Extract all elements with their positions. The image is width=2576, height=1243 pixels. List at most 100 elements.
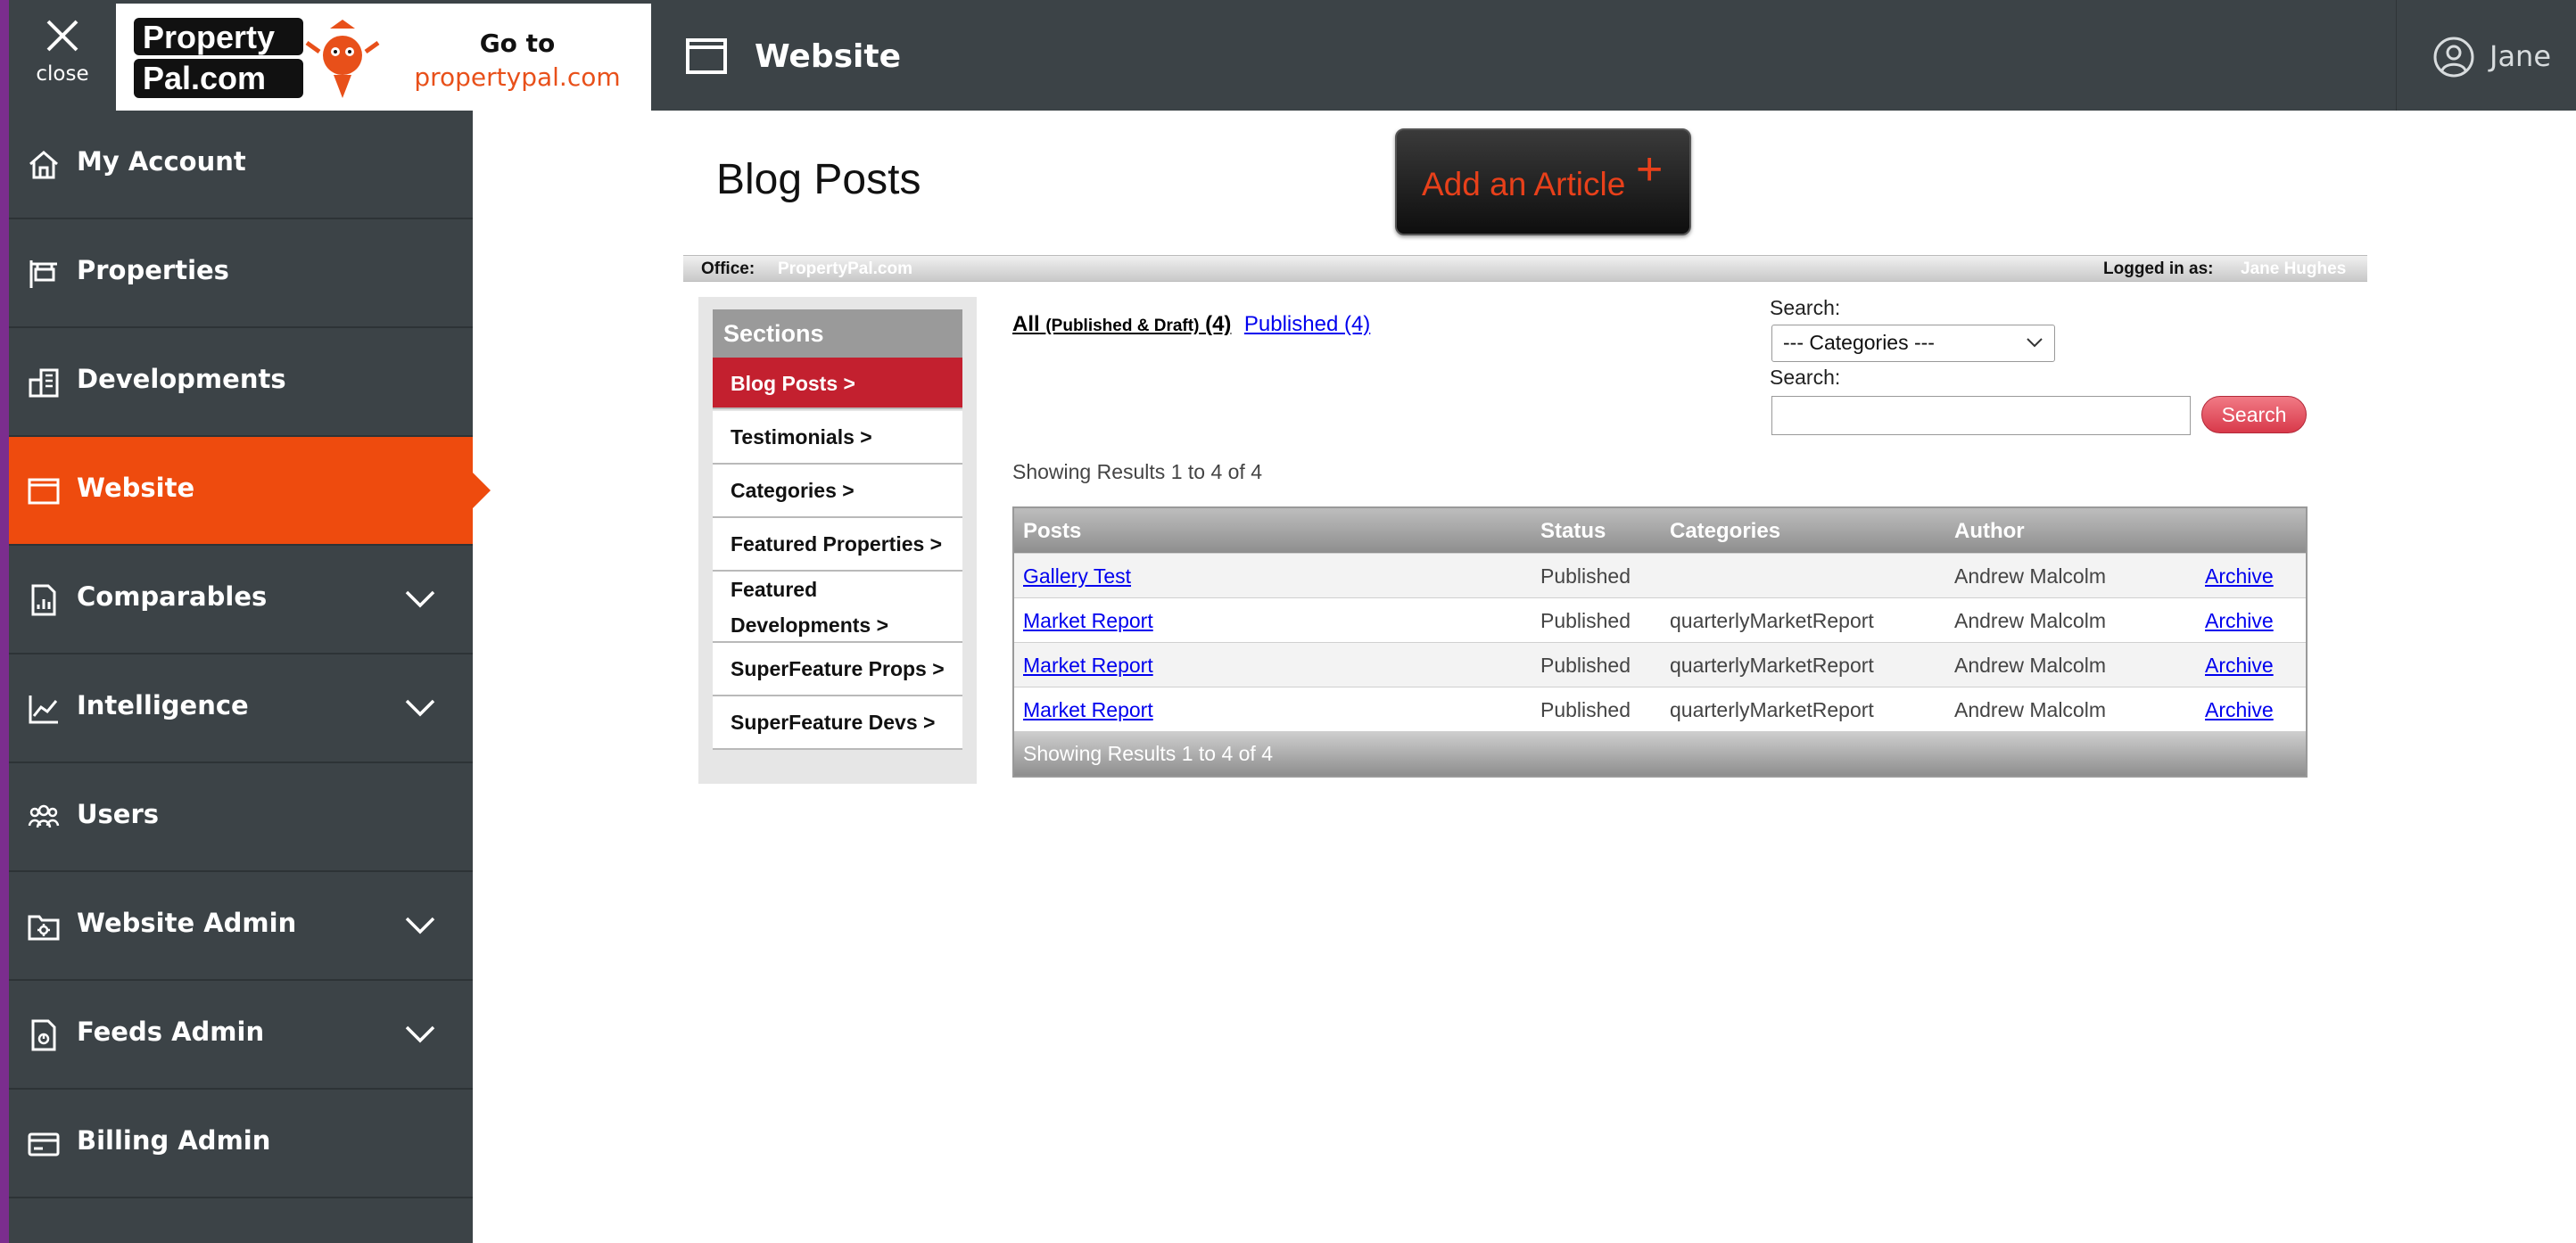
table-row: Market Report Published quarterlyMarketR… xyxy=(1014,642,2306,687)
post-author: Andrew Malcolm xyxy=(1954,564,2106,588)
search-button[interactable]: Search xyxy=(2201,396,2307,433)
tab-all[interactable]: All (Published & Draft) (4) xyxy=(1012,312,1231,336)
column-header-author: Author xyxy=(1954,519,2025,543)
archive-link[interactable]: Archive xyxy=(2205,564,2274,589)
post-status: Published xyxy=(1540,564,1631,588)
category-select[interactable]: --- Categories --- xyxy=(1771,325,2055,362)
goto-link[interactable]: Go to propertypal.com xyxy=(392,27,642,95)
office-bar: Office: PropertyPal.com Logged in as: Ja… xyxy=(683,255,2367,282)
post-status: Published xyxy=(1540,609,1631,632)
tab-all-sub: (Published & Draft) xyxy=(1045,317,1200,335)
archive-link[interactable]: Archive xyxy=(2205,698,2274,722)
post-author: Andrew Malcolm xyxy=(1954,698,2106,721)
archive-link[interactable]: Archive xyxy=(2205,609,2274,633)
sidebar-item-label: Billing Admin xyxy=(77,1125,271,1156)
close-label: close xyxy=(36,62,89,86)
post-link[interactable]: Gallery Test xyxy=(1023,564,1131,589)
plus-icon: + xyxy=(1636,144,1664,195)
chevron-down-icon[interactable] xyxy=(403,696,437,720)
column-header-categories: Categories xyxy=(1670,519,1781,543)
window-icon xyxy=(28,478,60,505)
results-count-top: Showing Results 1 to 4 of 4 xyxy=(1012,460,1262,483)
post-status: Published xyxy=(1540,654,1631,677)
table-row: Market Report Published quarterlyMarketR… xyxy=(1014,597,2306,642)
sidebar-item-properties[interactable]: Properties xyxy=(9,219,473,328)
close-icon xyxy=(46,20,78,52)
page-header: Website xyxy=(685,34,901,78)
sections-title: Sections xyxy=(713,309,962,358)
column-header-posts: Posts xyxy=(1023,519,1082,543)
sign-icon xyxy=(29,260,57,288)
sidebar-item-comparables[interactable]: Comparables xyxy=(9,546,473,654)
sidebar-item-billing-admin[interactable]: Billing Admin xyxy=(9,1090,473,1198)
sidebar-item-label: My Account xyxy=(77,146,246,177)
filter-tabs: All (Published & Draft) (4) Published (4… xyxy=(1012,312,1370,337)
text-search-label: Search: xyxy=(1770,366,1841,389)
chevron-down-icon[interactable] xyxy=(403,913,437,938)
sidebar-item-label: Comparables xyxy=(77,581,268,612)
results-count-bottom: Showing Results 1 to 4 of 4 xyxy=(1023,742,1273,765)
building-icon xyxy=(29,368,59,398)
propertypal-logo[interactable]: Property Pal.com xyxy=(132,16,382,102)
chevron-down-icon[interactable] xyxy=(403,587,437,612)
sidebar-item-website-admin[interactable]: Website Admin xyxy=(9,872,473,981)
sidebar-item-feeds-admin[interactable]: Feeds Admin xyxy=(9,981,473,1090)
home-icon xyxy=(29,151,58,179)
column-header-status: Status xyxy=(1540,519,1606,543)
brand-panel[interactable]: Property Pal.com Go to propertypal.com xyxy=(116,4,651,111)
sidebar-item-label: Intelligence xyxy=(77,690,249,720)
category-select-value: --- Categories --- xyxy=(1783,331,1935,354)
tab-published[interactable]: Published (4) xyxy=(1244,312,1370,336)
post-category: quarterlyMarketReport xyxy=(1670,609,1874,632)
category-search-label: Search: xyxy=(1770,296,1841,319)
section-featured-properties[interactable]: Featured Properties > xyxy=(713,518,962,572)
section-categories[interactable]: Categories > xyxy=(713,465,962,518)
page-title: Website xyxy=(755,37,902,75)
sidebar-item-website[interactable]: Website xyxy=(9,437,473,546)
sidebar: My Account Properties Developments Websi… xyxy=(9,111,473,1243)
post-link[interactable]: Market Report xyxy=(1023,654,1153,678)
chevron-down-icon[interactable] xyxy=(403,1022,437,1047)
section-superfeature-props[interactable]: SuperFeature Props > xyxy=(713,643,962,696)
archive-link[interactable]: Archive xyxy=(2205,654,2274,678)
sidebar-item-users[interactable]: Users xyxy=(9,763,473,872)
tab-all-count: (4) xyxy=(1205,312,1232,336)
section-blog-posts[interactable]: Blog Posts > xyxy=(713,358,962,409)
goto-label: Go to xyxy=(479,29,556,58)
left-accent-stripe xyxy=(0,0,9,1243)
post-category: quarterlyMarketReport xyxy=(1670,654,1874,677)
sidebar-item-developments[interactable]: Developments xyxy=(9,328,473,437)
post-category: quarterlyMarketReport xyxy=(1670,698,1874,721)
user-avatar-icon xyxy=(2433,37,2474,78)
sidebar-item-label: Properties xyxy=(77,255,229,285)
posts-table: Posts Status Categories Author Gallery T… xyxy=(1012,506,2308,778)
search-input[interactable] xyxy=(1771,396,2191,435)
post-link[interactable]: Market Report xyxy=(1023,609,1153,633)
sidebar-item-label: Developments xyxy=(77,364,286,394)
sidebar-item-intelligence[interactable]: Intelligence xyxy=(9,654,473,763)
folder-gear-icon xyxy=(28,915,60,941)
tab-all-label: All xyxy=(1012,312,1040,336)
users-icon xyxy=(28,804,60,828)
add-article-button[interactable]: Add an Article + xyxy=(1395,128,1691,235)
chevron-down-icon xyxy=(2027,338,2043,348)
svg-text:Property: Property xyxy=(143,19,275,55)
sidebar-item-my-account[interactable]: My Account xyxy=(9,111,473,219)
post-link[interactable]: Market Report xyxy=(1023,698,1153,722)
section-superfeature-devs[interactable]: SuperFeature Devs > xyxy=(713,696,962,750)
document-rss-icon xyxy=(31,1019,56,1051)
section-featured-developments[interactable]: Featured Developments > xyxy=(713,572,962,643)
close-button[interactable]: close xyxy=(9,0,116,111)
sidebar-item-label: Website Admin xyxy=(77,908,297,938)
svg-text:Pal.com: Pal.com xyxy=(143,60,266,96)
office-label: Office: xyxy=(701,259,755,278)
office-value: PropertyPal.com xyxy=(778,259,912,278)
user-menu[interactable]: Jane xyxy=(2396,0,2576,111)
section-testimonials[interactable]: Testimonials > xyxy=(713,411,962,465)
logged-in-value: Jane Hughes xyxy=(2241,259,2347,278)
content-title: Blog Posts xyxy=(716,156,921,203)
sections-panel: Sections Blog Posts > Testimonials > Cat… xyxy=(698,297,977,784)
credit-card-icon xyxy=(28,1132,60,1157)
sidebar-item-label: Website xyxy=(77,473,195,503)
table-row: Market Report Published quarterlyMarketR… xyxy=(1014,687,2306,731)
